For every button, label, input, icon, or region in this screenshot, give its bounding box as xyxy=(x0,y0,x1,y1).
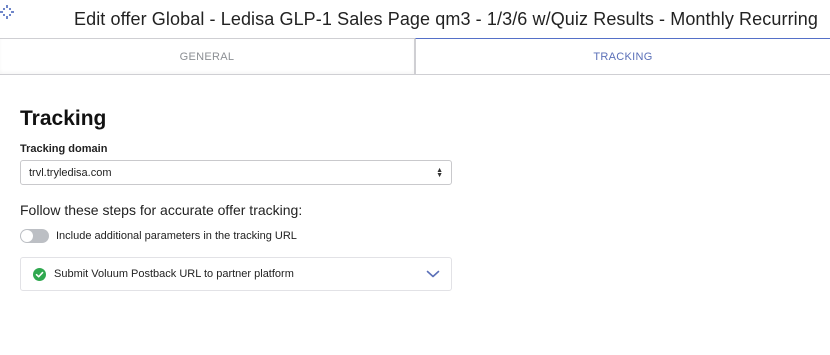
tracking-domain-select[interactable]: trvl.tryledisa.com ▲ ▼ xyxy=(20,160,452,185)
additional-params-toggle[interactable] xyxy=(20,229,49,243)
section-title: Tracking xyxy=(20,107,107,130)
drag-handle-icon[interactable] xyxy=(0,5,14,19)
postback-step-accordion[interactable]: Submit Voluum Postback URL to partner pl… xyxy=(20,257,452,291)
tracking-domain-value: trvl.tryledisa.com xyxy=(29,166,112,179)
chevron-down-icon[interactable] xyxy=(426,269,440,279)
tracking-panel: Tracking Tracking domain trvl.tryledisa.… xyxy=(0,75,830,291)
steps-title: Follow these steps for accurate offer tr… xyxy=(20,202,303,218)
toggle-knob xyxy=(21,230,33,242)
tab-general[interactable]: GENERAL xyxy=(0,38,415,74)
tab-bar: GENERAL TRACKING xyxy=(0,38,830,75)
tracking-domain-label: Tracking domain xyxy=(20,143,108,155)
tab-tracking[interactable]: TRACKING xyxy=(415,38,830,74)
accordion-header: Submit Voluum Postback URL to partner pl… xyxy=(33,267,294,281)
select-arrows-icon: ▲ ▼ xyxy=(436,166,443,179)
page-title: Edit offer Global - Ledisa GLP-1 Sales P… xyxy=(73,8,818,29)
postback-step-label: Submit Voluum Postback URL to partner pl… xyxy=(54,268,294,280)
additional-params-label: Include additional parameters in the tra… xyxy=(56,230,297,242)
check-circle-icon xyxy=(33,267,46,281)
header: Edit offer Global - Ledisa GLP-1 Sales P… xyxy=(0,0,830,38)
additional-params-row: Include additional parameters in the tra… xyxy=(20,229,810,243)
